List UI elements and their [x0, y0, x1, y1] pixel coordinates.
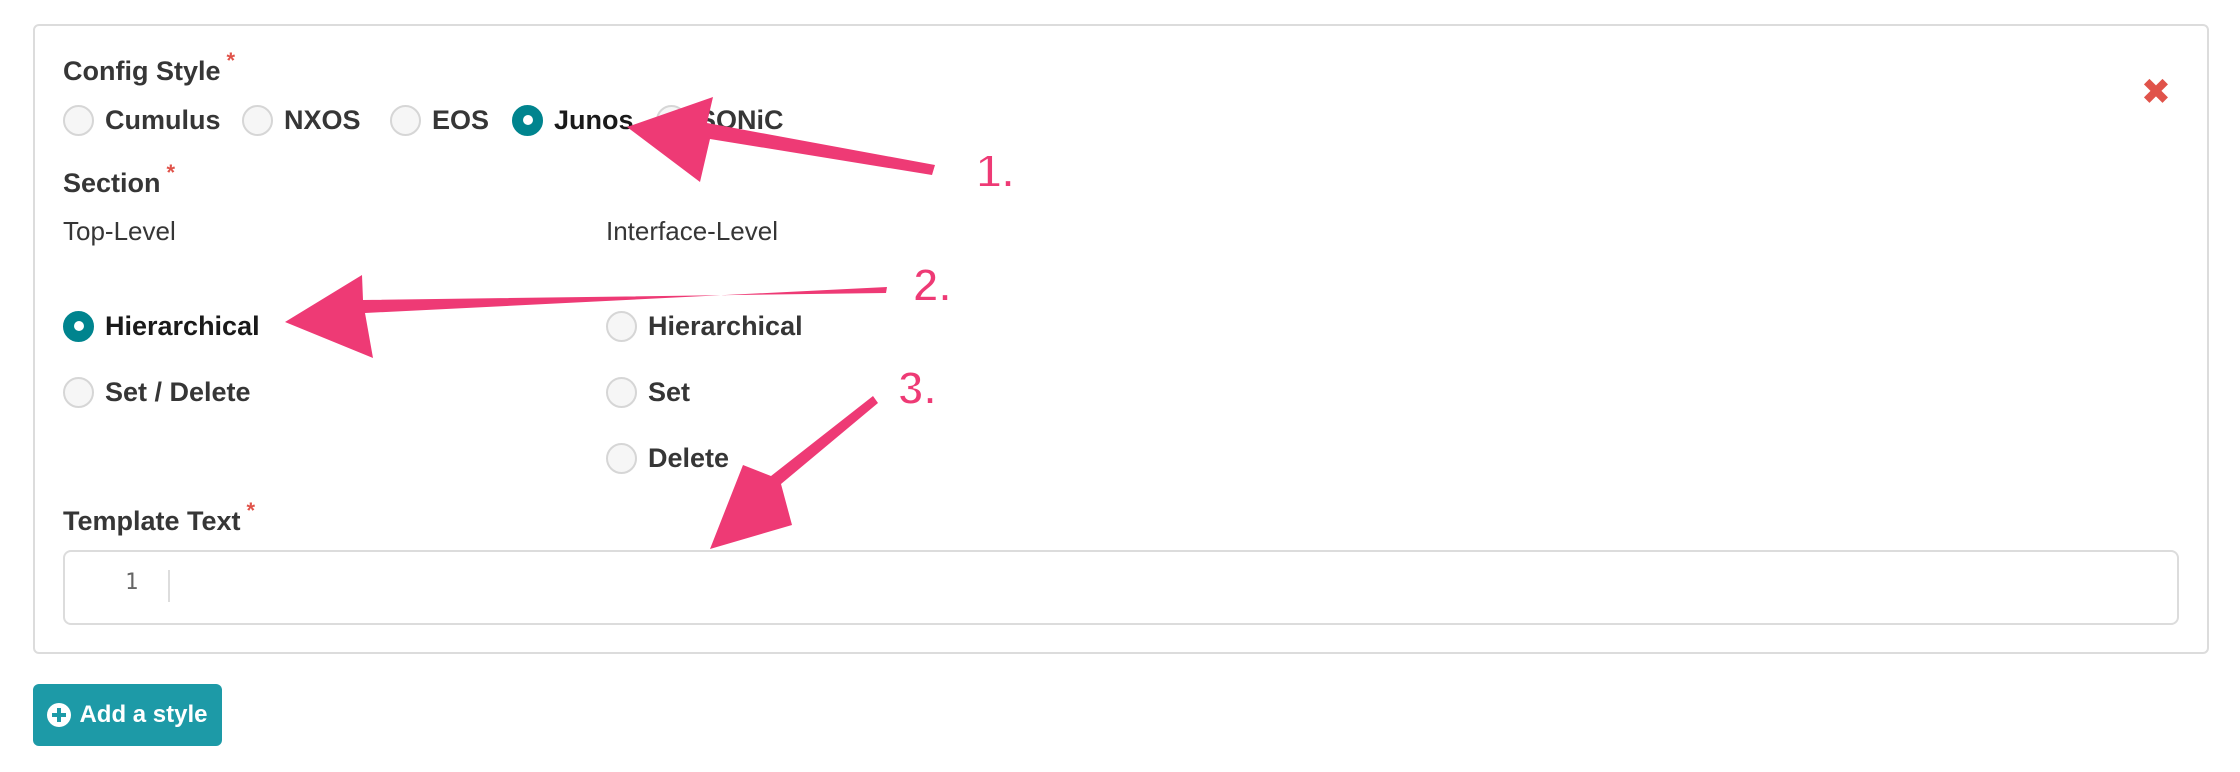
annotation-step-1: 1. — [976, 145, 1014, 197]
annotation-step-3: 3. — [898, 362, 936, 414]
annotation-arrow-2 — [285, 275, 887, 358]
page: ✖ Config Style * Cumulus NXOS EOS Junos S… — [0, 0, 2240, 772]
annotation-arrow-3 — [710, 396, 878, 549]
annotation-overlay: 1. 2. 3. — [285, 97, 1015, 549]
annotation-step-2: 2. — [913, 259, 951, 311]
annotation-arrow-1 — [627, 97, 935, 182]
